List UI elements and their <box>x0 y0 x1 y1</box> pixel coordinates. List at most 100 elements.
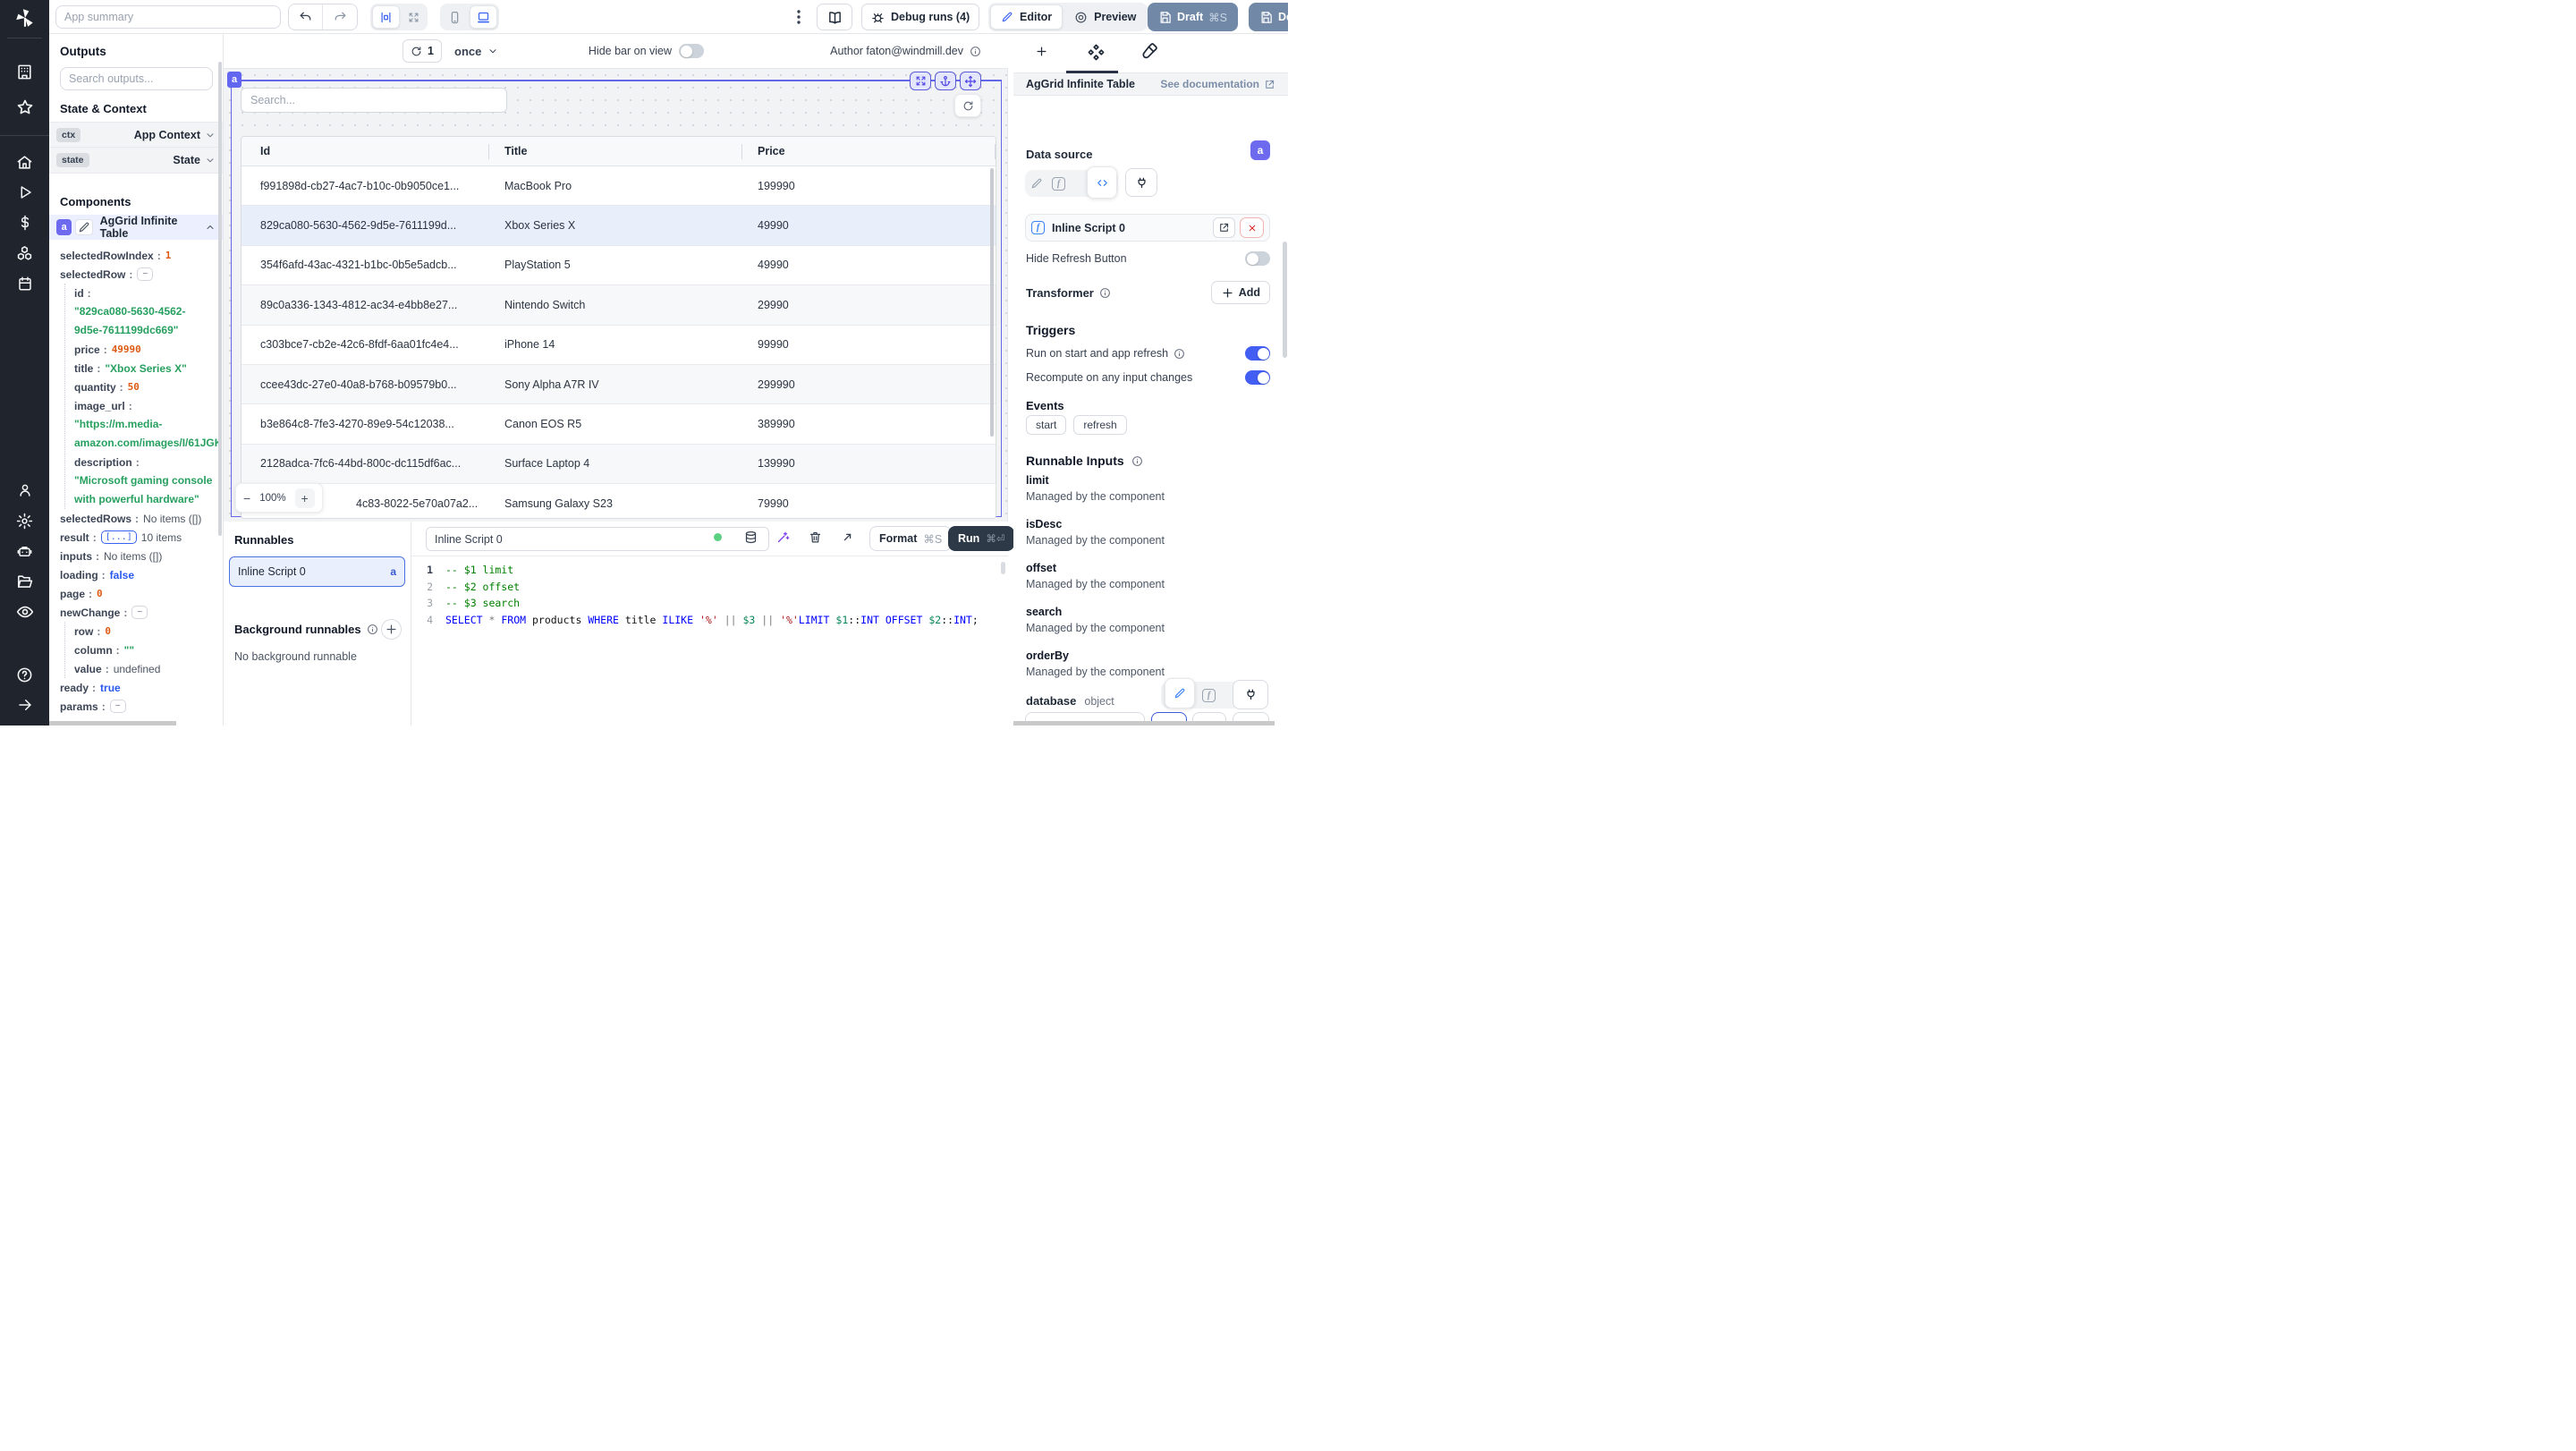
resources-cubes-icon[interactable] <box>0 238 49 268</box>
database-f-icon[interactable]: f <box>1202 688 1216 702</box>
column-header-title[interactable]: Title <box>489 137 742 165</box>
collapse-arrow-icon[interactable] <box>0 690 49 720</box>
column-header-price[interactable]: Price <box>742 137 996 165</box>
database-icon[interactable] <box>744 530 758 544</box>
home-icon[interactable] <box>0 147 49 177</box>
table-row[interactable]: c303bce7-cb2e-42c6-8fdf-6aa01fc4e4... iPh… <box>242 325 996 365</box>
table-scrollbar[interactable] <box>990 168 994 437</box>
undo-button[interactable] <box>289 4 323 30</box>
user-icon[interactable] <box>0 475 49 505</box>
ai-wand-icon[interactable] <box>776 530 790 544</box>
left-rail <box>0 0 49 726</box>
run-on-start-toggle[interactable] <box>1245 346 1270 361</box>
table-row[interactable]: ccee43dc-27e0-40a8-b768-b09579b0... Sony … <box>242 364 996 405</box>
app-summary-input[interactable] <box>55 5 281 29</box>
open-script-button[interactable] <box>1213 217 1235 238</box>
settings-vertical-scrollbar[interactable] <box>1283 242 1287 358</box>
settings-gear-icon[interactable] <box>0 505 49 536</box>
tab-preview[interactable]: Preview <box>1064 4 1146 30</box>
align-center-button[interactable] <box>372 5 400 29</box>
refresh-count-button[interactable]: 1 <box>402 39 442 63</box>
docs-book-button[interactable] <box>817 4 852 30</box>
debug-runs-button[interactable]: Debug runs (4) <box>861 4 980 30</box>
runnable-input: limit Managed by the component <box>1026 474 1270 503</box>
runnable-item-inline-script-0[interactable]: Inline Script 0 a <box>229 556 405 587</box>
expand-node-button[interactable]: − <box>109 700 126 713</box>
hide-bar-toggle[interactable] <box>679 44 704 58</box>
favorites-star-icon[interactable] <box>0 92 49 123</box>
tree-item-value-line: "829ca080-5630-4562- <box>74 305 186 318</box>
outputs-vertical-scrollbar[interactable] <box>218 62 222 536</box>
schedule-mode-dropdown[interactable]: once <box>454 39 498 63</box>
folders-icon[interactable] <box>0 566 49 597</box>
workspace-icon[interactable] <box>0 56 49 87</box>
table-row[interactable]: b3e864c8-7fe3-4270-89e9-54c12038... Canon… <box>242 404 996 445</box>
see-documentation-link[interactable]: See documentation <box>1160 78 1275 90</box>
connect-plug-button[interactable] <box>1125 168 1157 197</box>
table-row[interactable]: 354f6afd-43ac-4321-b1bc-0b5e5adcb... Play… <box>242 245 996 286</box>
table-row[interactable]: 4c83-8022-5e70a07a2... Samsung Galaxy S23… <box>242 484 996 518</box>
redo-button[interactable] <box>323 4 357 30</box>
remove-script-button[interactable] <box>1240 217 1264 238</box>
cell-id: 829ca080-5630-4562-9d5e-7611199d... <box>260 219 457 233</box>
tab-styling-brush-icon[interactable] <box>1139 43 1157 62</box>
anchor-component-button[interactable] <box>935 72 956 90</box>
kebab-menu-icon[interactable] <box>792 5 805 29</box>
variables-dollar-icon[interactable] <box>0 208 49 238</box>
tab-editor[interactable]: Editor <box>990 4 1063 30</box>
static-mode-pencil-icon[interactable] <box>1030 177 1043 190</box>
expand-node-button[interactable]: − <box>131 606 148 619</box>
table-row[interactable]: 829ca080-5630-4562-9d5e-7611199d... Xbox … <box>242 206 996 246</box>
app-canvas[interactable]: a Id Title Price f991898d-cb27-4ac7-b10c… <box>224 69 1008 522</box>
code-mode-button[interactable] <box>1087 166 1117 199</box>
event-chip: refresh <box>1073 415 1127 435</box>
help-icon[interactable] <box>0 659 49 690</box>
ai-robot-icon[interactable] <box>0 536 49 566</box>
format-button[interactable]: Format ⌘S <box>869 526 953 551</box>
table-row[interactable]: 89c0a336-1343-4812-ac34-e4bb8e27... Ninte… <box>242 285 996 326</box>
move-component-button[interactable] <box>960 72 981 90</box>
windmill-logo-icon[interactable] <box>0 0 49 36</box>
editor-scrollbar[interactable] <box>1001 562 1005 574</box>
component-refresh-button[interactable] <box>954 94 981 117</box>
expand-component-button[interactable] <box>910 72 931 90</box>
table-search-input[interactable] <box>241 88 507 113</box>
table-row[interactable]: f991898d-cb27-4ac7-b10c-0b9050ce1... MacB… <box>242 166 996 207</box>
component-tree-row[interactable]: a AgGrid Infinite Table <box>49 215 223 240</box>
state-row[interactable]: state State <box>49 148 223 174</box>
table-row[interactable]: 2128adca-7fc6-44bd-800c-dc115df6ac... Sur… <box>242 444 996 485</box>
code-editor[interactable]: 1 -- $1 limit 2 -- $2 offset 3 -- $3 search 4 S… <box>411 562 1008 628</box>
delete-script-icon[interactable] <box>809 530 822 544</box>
run-button[interactable]: Run ⌘⏎ <box>948 526 1015 551</box>
search-outputs-input[interactable] <box>60 67 213 90</box>
draft-button[interactable]: Draft ⌘S <box>1148 3 1239 31</box>
add-transformer-button[interactable]: Add <box>1210 281 1270 304</box>
outputs-horizontal-scrollbar[interactable] <box>49 721 176 726</box>
deploy-button[interactable]: Deploy <box>1249 3 1288 31</box>
recompute-toggle[interactable] <box>1245 370 1270 385</box>
edit-component-button[interactable] <box>75 219 93 235</box>
add-background-runnable-button[interactable] <box>381 619 402 640</box>
expand-node-button[interactable]: − <box>137 267 154 281</box>
eye-icon[interactable] <box>0 597 49 627</box>
schedules-calendar-icon[interactable] <box>0 268 49 299</box>
ctx-row[interactable]: ctx App Context <box>49 122 223 148</box>
aggrid-component[interactable]: a Id Title Price f991898d-cb27-4ac7-b10c… <box>227 72 1002 519</box>
runs-play-icon[interactable] <box>0 177 49 208</box>
expand-layout-button[interactable] <box>402 5 426 29</box>
tab-settings-diamonds-icon[interactable] <box>1087 43 1106 62</box>
settings-horizontal-scrollbar[interactable] <box>1013 721 1275 726</box>
database-plug-button[interactable] <box>1233 680 1268 709</box>
desktop-view-button[interactable] <box>470 5 497 29</box>
column-header-id[interactable]: Id <box>242 137 489 165</box>
mobile-view-button[interactable] <box>442 5 468 29</box>
hide-refresh-toggle[interactable] <box>1245 251 1270 266</box>
database-static-pencil-button[interactable] <box>1165 678 1195 709</box>
fullscreen-icon[interactable] <box>841 530 854 544</box>
external-link-icon <box>1264 79 1275 90</box>
expand-array-button[interactable]: [...] <box>100 530 137 544</box>
zoom-in-button[interactable]: + <box>294 488 315 508</box>
template-mode-f-icon[interactable]: f <box>1052 176 1065 191</box>
tab-insert-plus-icon[interactable] <box>1035 45 1048 58</box>
zoom-out-button[interactable]: − <box>243 491 250 505</box>
